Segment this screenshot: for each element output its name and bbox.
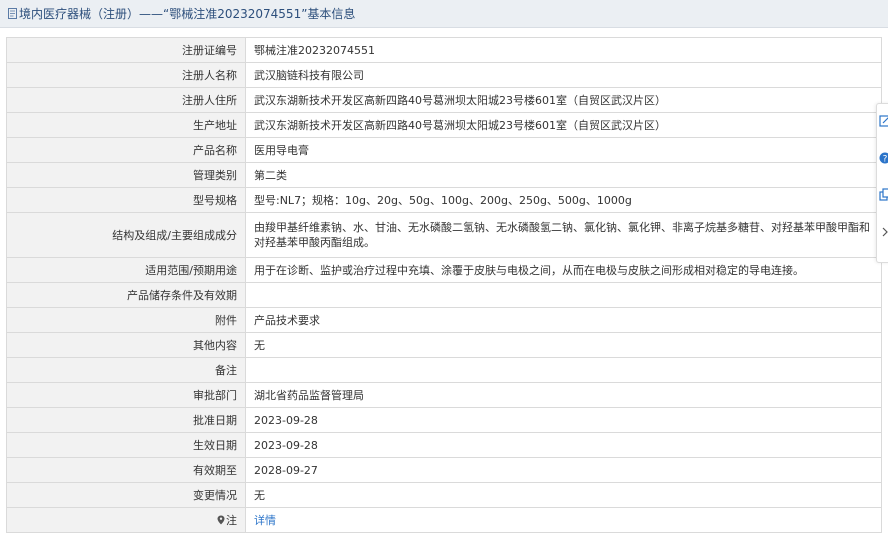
table-row: 注册证编号 鄂械注准20232074551 — [6, 37, 882, 63]
row-label: 生产地址 — [6, 112, 246, 138]
table-row: 变更情况 无 — [6, 482, 882, 508]
row-value: 2028-09-27 — [245, 457, 882, 483]
row-label: 批准日期 — [6, 407, 246, 433]
row-value: 湖北省药品监督管理局 — [245, 382, 882, 408]
row-value: 详情 — [245, 507, 882, 533]
row-value: 医用导电膏 — [245, 137, 882, 163]
row-label: 管理类别 — [6, 162, 246, 188]
row-label: 审批部门 — [6, 382, 246, 408]
row-label: 变更情况 — [6, 482, 246, 508]
table-row: 审批部门 湖北省药品监督管理局 — [6, 382, 882, 408]
table-row: 批准日期 2023-09-28 — [6, 407, 882, 433]
row-label: 产品名称 — [6, 137, 246, 163]
edit-icon[interactable] — [879, 114, 888, 128]
side-toolbar: ? — [876, 103, 888, 263]
table-row: 注册人名称 武汉脑链科技有限公司 — [6, 62, 882, 88]
row-value: 型号:NL7；规格：10g、20g、50g、100g、200g、250g、500… — [245, 187, 882, 213]
table-row: 有效期至 2028-09-27 — [6, 457, 882, 483]
row-value: 由羧甲基纤维素钠、水、甘油、无水磷酸二氢钠、无水磷酸氢二钠、氯化钠、氯化钾、非离… — [245, 212, 882, 258]
table-row: 产品储存条件及有效期 — [6, 282, 882, 308]
row-value: 武汉脑链科技有限公司 — [245, 62, 882, 88]
table-row: 结构及组成/主要组成成分 由羧甲基纤维素钠、水、甘油、无水磷酸二氢钠、无水磷酸氢… — [6, 212, 882, 258]
row-label: 注册人名称 — [6, 62, 246, 88]
row-label: 有效期至 — [6, 457, 246, 483]
table-row: 生效日期 2023-09-28 — [6, 432, 882, 458]
row-value: 武汉东湖新技术开发区高新四路40号葛洲坝太阳城23号楼601室（自贸区武汉片区） — [245, 112, 882, 138]
row-value: 无 — [245, 482, 882, 508]
table-row: 适用范围/预期用途 用于在诊断、监护或治疗过程中充填、涂覆于皮肤与电极之间，从而… — [6, 257, 882, 283]
row-label: 附件 — [6, 307, 246, 333]
table-row: 注 详情 — [6, 507, 882, 533]
row-label: 注册证编号 — [6, 37, 246, 63]
table-row: 产品名称 医用导电膏 — [6, 137, 882, 163]
chevron-right-icon[interactable] — [879, 225, 888, 239]
table-row: 其他内容 无 — [6, 332, 882, 358]
document-icon — [8, 8, 17, 19]
row-value: 鄂械注准20232074551 — [245, 37, 882, 63]
row-value — [245, 282, 882, 308]
svg-text:?: ? — [883, 155, 888, 165]
row-label: 型号规格 — [6, 187, 246, 213]
row-label: 注册人住所 — [6, 87, 246, 113]
page-header: 境内医疗器械（注册）——“鄂械注准20232074551”基本信息 — [0, 0, 888, 28]
row-label: 生效日期 — [6, 432, 246, 458]
row-label: 其他内容 — [6, 332, 246, 358]
row-label: 结构及组成/主要组成成分 — [6, 212, 246, 258]
copy-icon[interactable] — [879, 188, 888, 202]
row-label: 注 — [226, 513, 237, 527]
row-value: 用于在诊断、监护或治疗过程中充填、涂覆于皮肤与电极之间，从而在电极与皮肤之间形成… — [245, 257, 882, 283]
row-label-note: 注 — [6, 507, 246, 533]
row-label: 适用范围/预期用途 — [6, 257, 246, 283]
row-value: 武汉东湖新技术开发区高新四路40号葛洲坝太阳城23号楼601室（自贸区武汉片区） — [245, 87, 882, 113]
row-label: 产品储存条件及有效期 — [6, 282, 246, 308]
row-label: 备注 — [6, 357, 246, 383]
row-value: 第二类 — [245, 162, 882, 188]
row-value: 无 — [245, 332, 882, 358]
page-title: 境内医疗器械（注册）——“鄂械注准20232074551”基本信息 — [19, 7, 356, 21]
row-value: 2023-09-28 — [245, 407, 882, 433]
help-icon[interactable]: ? — [879, 151, 888, 165]
row-value: 产品技术要求 — [245, 307, 882, 333]
table-row: 型号规格 型号:NL7；规格：10g、20g、50g、100g、200g、250… — [6, 187, 882, 213]
table-row: 注册人住所 武汉东湖新技术开发区高新四路40号葛洲坝太阳城23号楼601室（自贸… — [6, 87, 882, 113]
table-row: 备注 — [6, 357, 882, 383]
details-link[interactable]: 详情 — [254, 514, 276, 527]
table-row: 管理类别 第二类 — [6, 162, 882, 188]
detail-table: 注册证编号 鄂械注准20232074551 注册人名称 武汉脑链科技有限公司 注… — [6, 37, 882, 533]
table-row: 生产地址 武汉东湖新技术开发区高新四路40号葛洲坝太阳城23号楼601室（自贸区… — [6, 112, 882, 138]
map-pin-icon — [217, 515, 225, 524]
row-value — [245, 357, 882, 383]
row-value: 2023-09-28 — [245, 432, 882, 458]
table-row: 附件 产品技术要求 — [6, 307, 882, 333]
